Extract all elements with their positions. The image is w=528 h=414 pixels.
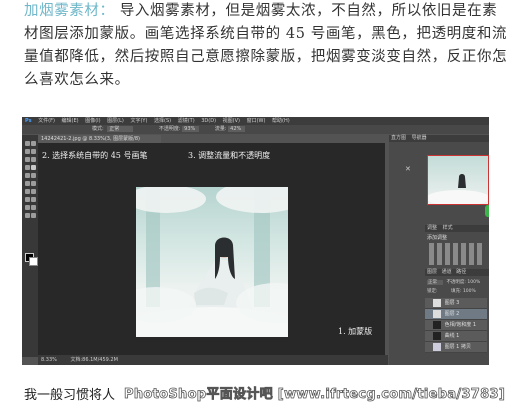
adjustment-icon-grid[interactable] [429,243,485,265]
fill-label: 填充: [450,289,462,294]
eraser-tool-icon[interactable] [25,181,30,186]
panel-toggle-indicator[interactable] [485,205,489,217]
tab-navigator[interactable]: 导航器 [412,135,427,141]
adjustments-title: 添加调整 [427,235,448,241]
healing-tool-icon[interactable] [25,165,30,170]
menu-item[interactable]: 3D(D) [201,118,216,124]
layer-name: 图层 3 [444,300,460,306]
menu-item[interactable]: 滤镜(T) [178,118,195,124]
shape-tool-icon[interactable] [31,205,36,210]
menu-item[interactable]: 窗口(W) [247,118,266,124]
menu-item[interactable]: 编辑(E) [62,118,79,124]
background-color-swatch[interactable] [29,257,38,266]
crop-tool-icon[interactable] [25,157,30,162]
options-bar: 模式: 正常 不透明度: 93% 流量: 42% [22,125,489,134]
move-tool-icon[interactable] [25,141,30,146]
zoom-tool-icon[interactable] [31,213,36,218]
watermark: PhotoShop平面设计吧 [www.ifrtecg.com/tieba/37… [124,387,506,403]
menu-item[interactable]: 帮助(H) [272,118,290,124]
navigator-preview-image [426,174,489,206]
tab-adjustments[interactable]: 调整 [427,225,437,231]
menu-item[interactable]: 视图(V) [223,118,240,124]
navigator-tabs: 直方图 导航器 [389,135,489,142]
instruction-step3: 3. 调整流量和不透明度 [188,151,271,160]
eyedropper-tool-icon[interactable] [31,157,36,162]
tab-styles[interactable]: 样式 [443,225,453,231]
lock-label: 锁定: [427,289,438,294]
layer-name: 图层 1 拷贝 [444,344,471,350]
history-brush-icon[interactable] [31,173,36,178]
layer-thumbnail [433,320,441,329]
photoshop-screenshot: Ps 文件(F) 编辑(E) 图像(I) 图层(L) 文字(Y) 选择(S) 滤… [22,117,489,365]
layer-name: 图层 2 [444,311,460,317]
document-tab[interactable]: 14242421-2.jpg @ 8.33%(3, 图层蒙版/8) [38,135,161,143]
layer-opacity-input[interactable]: 100% [467,280,480,285]
wand-tool-icon[interactable] [31,149,36,154]
type-tool-icon[interactable] [31,197,36,202]
menu-item[interactable]: 选择(S) [154,118,171,124]
canvas-area[interactable]: 2. 选择系统自带的 45 号画笔 3. 调整流量和不透明度 1. 加蒙版 [38,143,385,355]
pen-tool-icon[interactable] [25,197,30,202]
layers-options: 正常 不透明度: 100% 锁定: 填充: 100% [427,278,487,296]
marquee-tool-icon[interactable] [31,141,36,146]
instruction-step1: 1. 加蒙版 [338,327,373,336]
brush-tool-icon[interactable] [31,165,36,170]
instruction-step2: 2. 选择系统自带的 45 号画笔 [42,151,148,160]
layer-row[interactable]: 色相/饱和度 1 [425,320,487,331]
lasso-tool-icon[interactable] [25,149,30,154]
blend-mode-select[interactable]: 正常 [427,280,443,285]
opacity-input[interactable]: 93% [182,126,200,132]
close-icon[interactable]: ✕ [405,165,411,173]
gradient-tool-icon[interactable] [31,181,36,186]
tool-panel [22,135,38,357]
photo-illustration [136,187,288,337]
layers-tabs: 图层 通道 路径 [425,269,489,276]
layer-row[interactable]: 图层 1 拷贝 [425,342,487,353]
menu-item[interactable]: 文件(F) [38,118,55,124]
adjustments-tabs: 调整 样式 [425,225,489,232]
tab-layers[interactable]: 图层 [427,269,437,275]
menu-item[interactable]: 文字(Y) [130,118,147,124]
menu-item[interactable]: 图像(I) [85,118,100,124]
section-heading: 加烟雾素材： [24,3,115,19]
blur-tool-icon[interactable] [25,189,30,194]
tutorial-paragraph: 加烟雾素材： 导入烟雾素材，但是烟雾太浓，不自然，所以依旧是在素材图层添加蒙版。… [24,0,509,92]
flow-label: 流量: [214,126,227,132]
layer-name: 曲线 1 [444,333,460,339]
status-bar: 8.33% 文档:86.1M/459.2M [38,355,388,365]
layer-thumbnail [433,298,441,307]
dodge-tool-icon[interactable] [31,189,36,194]
flow-input[interactable]: 42% [228,126,246,132]
layer-name: 色相/饱和度 1 [444,322,477,328]
path-tool-icon[interactable] [25,205,30,210]
layer-row[interactable]: 曲线 1 [425,331,487,342]
stamp-tool-icon[interactable] [25,173,30,178]
fill-input[interactable]: 100% [463,289,476,294]
layer-thumbnail [433,331,441,340]
menu-item[interactable]: 图层(L) [107,118,124,124]
layer-thumbnail [433,309,441,318]
navigator-thumbnail[interactable] [426,155,489,206]
zoom-level: 8.33% [41,357,57,363]
mode-select[interactable]: 正常 [107,126,134,132]
layer-row[interactable]: 图层 3 [425,298,487,309]
right-panels: 直方图 导航器 ✕ 调整 样式 添加调整 图层 通道 路径 正常 不透明度: 1… [389,135,489,365]
menu-bar: Ps 文件(F) 编辑(E) 图像(I) 图层(L) 文字(Y) 选择(S) 滤… [22,117,489,125]
mode-label: 模式: [92,126,104,132]
tab-histogram[interactable]: 直方图 [391,135,406,141]
ps-logo: Ps [25,118,32,124]
hand-tool-icon[interactable] [25,213,30,218]
tab-paths[interactable]: 路径 [456,269,466,275]
layer-row[interactable]: 图层 2 [425,309,487,320]
photo-image [136,187,288,337]
opacity-label: 不透明度: [158,126,181,132]
doc-size: 文档:86.1M/459.2M [70,357,118,363]
layer-opacity-label: 不透明度: [446,280,466,285]
tab-channels[interactable]: 通道 [442,269,452,275]
layer-thumbnail [433,342,441,351]
